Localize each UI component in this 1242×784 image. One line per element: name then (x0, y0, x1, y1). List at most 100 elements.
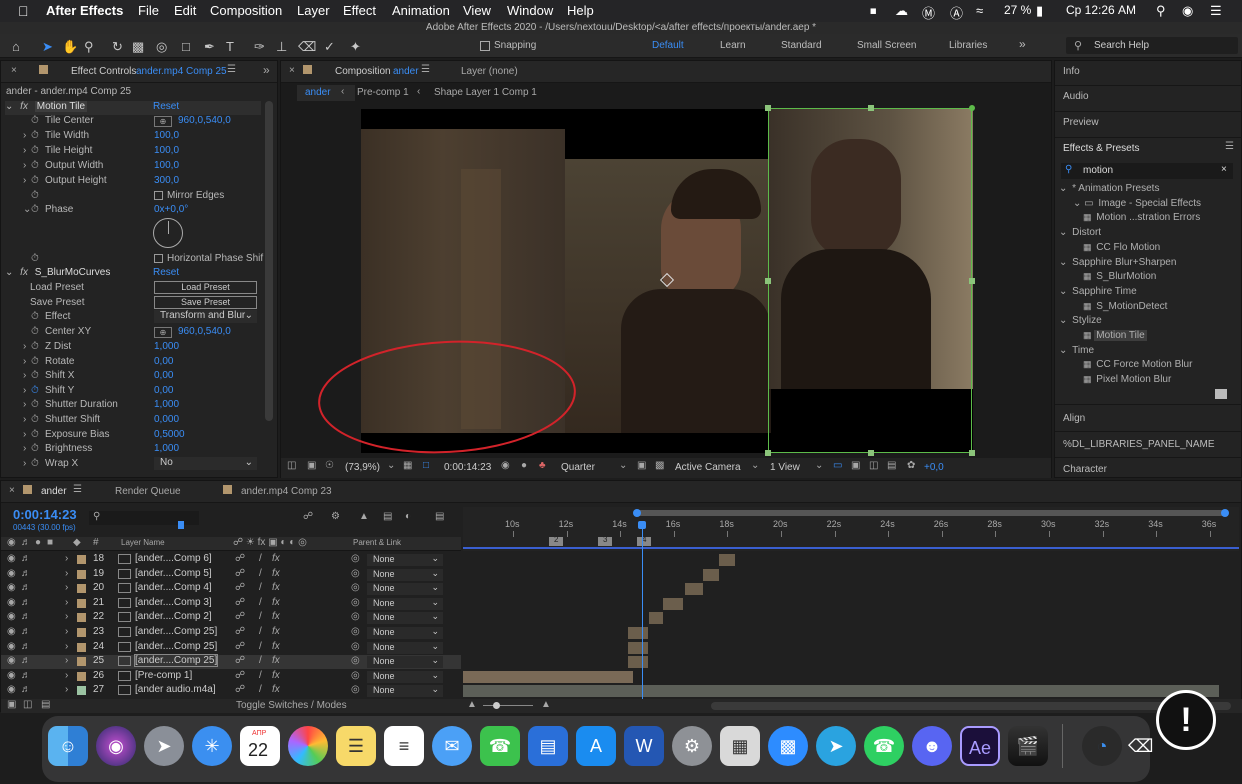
disclosure-open-icon[interactable]: ⌄ (1059, 315, 1067, 326)
layer-name[interactable]: [ander....Comp 6] (135, 553, 212, 564)
layer-selection-box[interactable] (768, 108, 972, 453)
toggle-pixel-aspect-icon[interactable]: ▭ (833, 460, 842, 471)
quality-switch-icon[interactable]: / (259, 655, 262, 666)
layer-duration-bar[interactable] (463, 685, 1219, 698)
stopwatch-icon[interactable]: ⏱ (31, 356, 39, 367)
preset-tree-item[interactable]: ⌄ * Animation Presets (1059, 183, 1161, 194)
shy-switch-icon[interactable]: ☍ (235, 568, 245, 579)
expand-icon[interactable]: » (263, 63, 270, 77)
work-area-end-handle[interactable] (1221, 509, 1229, 517)
disclosure-closed-icon[interactable]: › (23, 160, 26, 171)
table-row[interactable]: ◉ ♬ › 23 [ander....Comp 25] ☍ / fx ◎ Non… (1, 626, 461, 640)
stopwatch-icon[interactable]: ⏱ (31, 204, 39, 215)
eye-icon[interactable]: ◉ (7, 626, 16, 637)
pan-behind-tool-icon[interactable]: ◎ (156, 39, 167, 55)
fast-previews-icon[interactable]: ▣ (851, 460, 860, 471)
label-color-swatch[interactable] (77, 569, 86, 579)
safari-icon[interactable]: ✳ (192, 726, 232, 766)
disclosure-open-icon[interactable]: ⌄ (1059, 227, 1067, 238)
chevron-down-icon[interactable]: ⌄ (815, 460, 823, 471)
comp-marker[interactable]: 2 (549, 535, 563, 546)
search-icon[interactable]: ⚲ (1156, 3, 1166, 19)
effect-mode-dropdown[interactable]: Transform and Blur ⌄ (154, 310, 257, 323)
draft-3d-icon[interactable]: ⚙ (331, 511, 340, 522)
disclosure-closed-icon[interactable]: › (65, 553, 68, 564)
menu-animation[interactable]: Animation (392, 3, 450, 18)
timeline-tab-ander[interactable]: ander (41, 486, 67, 497)
stopwatch-icon[interactable]: ⏱ (31, 385, 39, 396)
eye-icon[interactable]: ◉ (7, 611, 16, 622)
whatsapp-icon[interactable]: ☎ (864, 726, 904, 766)
effect-controls-target[interactable]: ander.mp4 Comp 25 (136, 66, 227, 77)
launchpad-icon[interactable]: ➤ (144, 726, 184, 766)
speaker-icon[interactable]: ♬ (21, 641, 31, 652)
menu-edit[interactable]: Edit (174, 3, 196, 18)
timeline-icon[interactable]: ◫ (869, 460, 878, 471)
current-time-indicator[interactable] (638, 521, 646, 529)
layer-name[interactable]: [ander....Comp 25] (133, 654, 219, 668)
quality-switch-icon[interactable]: / (259, 670, 262, 681)
table-row[interactable]: ◉ ♬ › 22 [ander....Comp 2] ☍ / fx ◎ None… (1, 611, 461, 625)
preset-tree-item[interactable]: ▦ Motion ...stration Errors (1083, 212, 1202, 223)
stopwatch-icon[interactable]: ⏱ (31, 370, 39, 381)
siri-icon[interactable]: ◉ (1182, 3, 1193, 19)
shy-switch-icon[interactable]: ☍ (235, 582, 245, 593)
parent-dropdown[interactable]: None ⌄ (367, 684, 443, 698)
preset-tree-item[interactable]: ⌄ Stylize (1059, 315, 1104, 326)
menu-composition[interactable]: Composition (210, 3, 282, 18)
pickwhip-icon[interactable]: ◎ (351, 597, 360, 608)
preset-tree-item[interactable]: ⌄ Sapphire Time (1059, 286, 1139, 297)
shy-icon[interactable]: ▲ (359, 511, 369, 522)
preset-tree-item[interactable]: ⌄ ▭ Image - Special Effects (1073, 198, 1203, 209)
blur-effect-row[interactable]: ⌄ fx S_BlurMoCurves Reset (5, 267, 261, 281)
chevron-down-icon[interactable]: ⌄ (619, 460, 627, 471)
selection-tool-icon[interactable]: ➤ (42, 39, 53, 55)
camera-snapshot-icon[interactable]: ◉ (501, 460, 510, 471)
preset-tree-item[interactable]: ▦ S_BlurMotion (1083, 271, 1158, 282)
stopwatch-icon[interactable]: ⏱ (31, 175, 39, 186)
zoom-level[interactable]: (73,9%) (345, 462, 380, 473)
fx-switch-icon[interactable]: fx (272, 582, 280, 593)
quality-switch-icon[interactable]: / (259, 641, 262, 652)
menu-view[interactable]: View (463, 3, 491, 18)
disclosure-closed-icon[interactable]: › (23, 443, 26, 454)
table-row[interactable]: ◉ ♬ › 19 [ander....Comp 5] ☍ / fx ◎ None… (1, 568, 461, 582)
layer-duration-bar[interactable] (685, 583, 703, 596)
horizontal-scrollbar[interactable] (711, 702, 1231, 710)
effect-controls-tab[interactable]: Effect Controls (71, 66, 136, 77)
table-row[interactable]: ◉ ♬ › 21 [ander....Comp 3] ☍ / fx ◎ None… (1, 597, 461, 611)
blur-reset[interactable]: Reset (153, 267, 179, 278)
disclosure-closed-icon[interactable]: › (23, 414, 26, 425)
layer-name[interactable]: [ander....Comp 25] (135, 626, 217, 637)
shy-switch-icon[interactable]: ☍ (235, 597, 245, 608)
mask-icon[interactable]: □ (423, 460, 429, 471)
selection-handle[interactable] (969, 450, 975, 456)
parent-link-header[interactable]: Parent & Link (353, 538, 401, 547)
comp-marker[interactable]: 4 (637, 535, 651, 546)
quality-switch-icon[interactable]: / (259, 597, 262, 608)
parent-dropdown[interactable]: None ⌄ (367, 597, 443, 610)
workspace-small-screen[interactable]: Small Screen (857, 40, 916, 51)
panel-menu-icon[interactable]: ☰ (421, 64, 430, 75)
zoom-in-icon[interactable]: ▲ (541, 699, 551, 710)
stop-icon[interactable]: ⏹ (870, 3, 877, 19)
blur-prop-value[interactable]: 1,000 (154, 443, 179, 457)
finder-icon[interactable]: ☺ (48, 726, 88, 766)
exposure-value[interactable]: +0,0 (924, 462, 944, 473)
eraser-tool-icon[interactable]: ⌫ (298, 39, 316, 55)
pickwhip-icon[interactable]: ◎ (351, 655, 360, 666)
selection-handle[interactable] (868, 105, 874, 111)
shy-switch-icon[interactable]: ☍ (235, 684, 245, 695)
pickwhip-icon[interactable]: ◎ (351, 568, 360, 579)
type-tool-icon[interactable]: T (226, 39, 234, 54)
fx-switch-icon[interactable]: fx (272, 553, 280, 564)
save-preset-button[interactable]: Save Preset (154, 296, 257, 309)
camera-tool-icon[interactable]: ▩ (132, 39, 144, 55)
eye-icon[interactable]: ◉ (7, 582, 16, 593)
disclosure-open-icon[interactable]: ⌄ (1059, 345, 1067, 356)
pickwhip-icon[interactable]: ◎ (351, 626, 360, 637)
selection-handle[interactable] (765, 278, 771, 284)
blur-prop-value[interactable]: 0,000 (154, 414, 179, 428)
disclosure-open-icon[interactable]: ⌄ (5, 267, 13, 278)
disclosure-closed-icon[interactable]: › (65, 641, 68, 652)
